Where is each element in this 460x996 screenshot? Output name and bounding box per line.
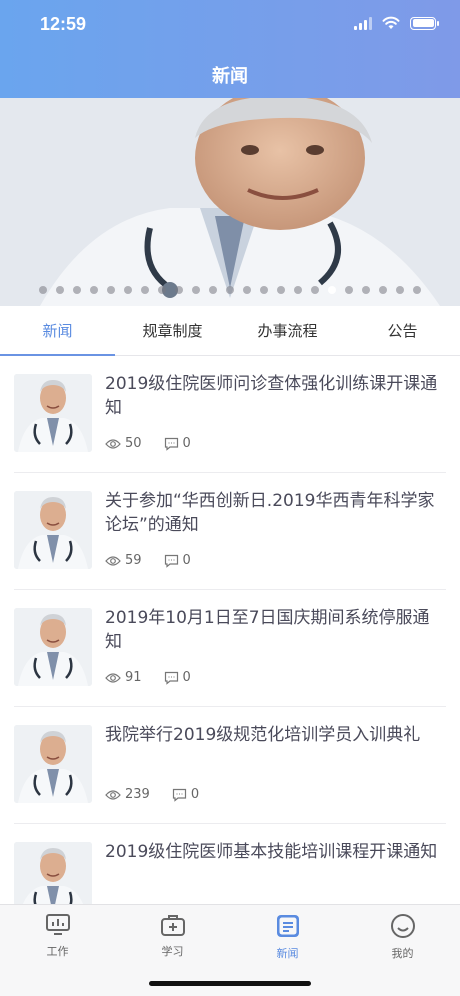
carousel-dot[interactable] [107,286,115,294]
news-doc-icon [275,913,301,942]
carousel-dot[interactable] [124,286,132,294]
news-thumbnail [14,608,92,686]
carousel-dot[interactable] [141,286,149,294]
banner-image [0,98,460,306]
carousel-dot[interactable] [209,286,217,294]
comment-icon [172,788,186,802]
carousel-dot[interactable] [158,286,166,294]
news-item[interactable]: 2019级住院医师问诊查体强化训练课开课通知 50 0 [14,356,446,473]
news-title: 2019级住院医师基本技能培训课程开课通知 [105,842,438,862]
tab-3[interactable]: 公告 [345,306,460,355]
tab-1[interactable]: 规章制度 [115,306,230,355]
carousel-dot[interactable] [277,286,285,294]
comments-group: 0 [172,787,199,802]
tab-2[interactable]: 办事流程 [230,306,345,355]
page-title: 新闻 [212,66,248,87]
carousel-dot[interactable] [362,286,370,294]
carousel-dot[interactable] [294,286,302,294]
battery-icon [410,16,439,30]
news-title: 我院举行2019级规范化培训学员入训典礼 [105,725,421,745]
news-meta: 59 0 [105,553,213,568]
carousel-dot[interactable] [243,286,251,294]
tabbar-label: 学习 [161,945,184,958]
tabbar-label: 工作 [46,945,69,958]
news-title: 关于参加“华西创新日.2019华西青年科学家论坛”的通知 [105,491,435,535]
carousel-dot[interactable] [396,286,404,294]
carousel-dot[interactable] [175,286,183,294]
carousel-dot[interactable] [311,286,319,294]
news-thumbnail [14,491,92,569]
news-item[interactable]: 我院举行2019级规范化培训学员入训典礼 239 0 [14,707,446,824]
news-thumbnail [14,842,92,904]
news-meta: 239 0 [105,787,221,802]
views-group: 239 [105,787,150,802]
carousel-dot[interactable] [192,286,200,294]
carousel-dot[interactable] [413,286,421,294]
views-group: 91 [105,670,142,685]
comment-icon [164,671,178,685]
signal-icon [354,16,372,30]
news-item[interactable]: 2019年10月1日至7日国庆期间系统停服通知 91 0 [14,590,446,707]
news-list: 2019级住院医师问诊查体强化训练课开课通知 50 0 关于参加“华西创新日.201… [0,356,460,904]
comments-group: 0 [164,670,191,685]
news-title: 2019年10月1日至7日国庆期间系统停服通知 [105,608,430,652]
tabbar-item-1[interactable]: 学习 [115,905,230,965]
tabbar-item-3[interactable]: 我的 [345,905,460,965]
news-item[interactable]: 2019级住院医师基本技能培训课程开课通知 [14,824,446,904]
carousel-dot[interactable] [345,286,353,294]
comments-group: 0 [164,436,191,451]
carousel-dot[interactable] [90,286,98,294]
comments-count: 0 [190,787,200,802]
news-item[interactable]: 关于参加“华西创新日.2019华西青年科学家论坛”的通知 59 0 [14,473,446,590]
comments-count: 0 [182,436,191,451]
views-count: 91 [125,670,142,685]
views-count: 59 [125,553,142,568]
views-group: 50 [105,436,142,451]
carousel-dot[interactable] [39,286,47,294]
news-meta: 50 0 [105,436,213,451]
home-indicator [149,981,311,986]
eye-icon [105,672,121,683]
news-thumbnail [14,374,92,452]
carousel-dot[interactable] [379,286,387,294]
tabbar-item-2[interactable]: 新闻 [230,905,345,965]
comments-count: 0 [182,670,191,685]
carousel-dot[interactable] [56,286,64,294]
views-count: 50 [125,436,142,451]
category-tabs: 新闻 规章制度 办事流程 公告 [0,306,460,356]
top-bar: 12:59 新闻 [0,0,460,98]
medical-kit-icon [160,913,186,940]
carousel-dot[interactable] [73,286,81,294]
status-time: 12:59 [40,14,87,34]
carousel-dot[interactable] [226,286,234,294]
comment-icon [164,437,178,451]
carousel-dot[interactable] [328,286,336,294]
tabbar-item-0[interactable]: 工作 [0,905,115,965]
eye-icon [105,789,121,800]
status-icons [354,16,439,30]
news-title: 2019级住院医师问诊查体强化训练课开课通知 [105,374,438,418]
carousel-dot[interactable] [260,286,268,294]
tabbar-label: 我的 [391,947,414,960]
tabbar-label: 新闻 [276,947,299,960]
views-count: 239 [125,787,150,802]
comment-icon [164,554,178,568]
eye-icon [105,555,121,566]
news-thumbnail [14,725,92,803]
smiley-icon [390,913,416,942]
comments-group: 0 [164,553,191,568]
views-group: 59 [105,553,142,568]
eye-icon [105,438,121,449]
monitor-icon [45,913,71,940]
banner-carousel[interactable] [0,98,460,306]
news-meta: 91 0 [105,670,213,685]
comments-count: 0 [182,553,191,568]
wifi-icon [382,16,400,29]
tab-0[interactable]: 新闻 [0,306,115,356]
carousel-dots[interactable] [0,286,460,294]
bottom-tab-bar: 工作 学习 新闻 我的 [0,904,460,996]
